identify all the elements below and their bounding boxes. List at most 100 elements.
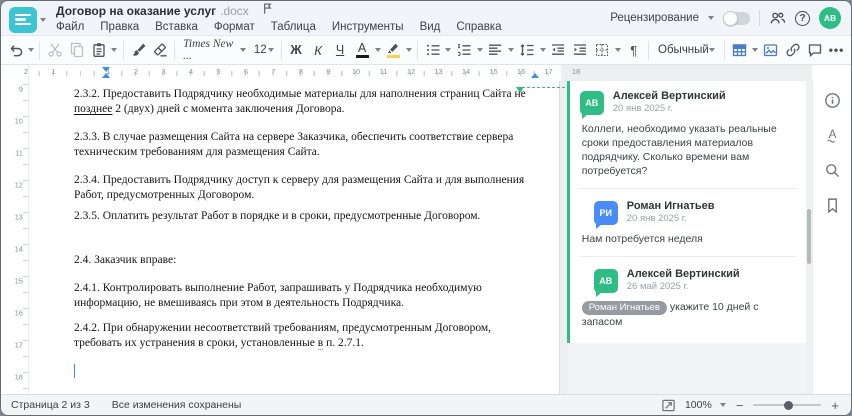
comment-2[interactable]: АВ Алексей Вертинский 26 май 2025 г. Роман … [570, 261, 806, 335]
menu-item-0[interactable]: Файл [56, 21, 84, 33]
fit-width-icon[interactable] [661, 397, 677, 413]
ruler-number: 11 [379, 67, 388, 76]
search-icon[interactable] [821, 159, 843, 181]
paragraph-borders-caret-icon[interactable] [614, 38, 622, 62]
vertical-ruler[interactable]: 9 10 11 12 13 14 15 16 17 18 [1, 81, 29, 394]
zoom-level[interactable]: 100% [685, 399, 712, 411]
undo-button[interactable] [5, 38, 26, 62]
ruler-number: 3 [161, 67, 166, 76]
document-text: 2.3.2. Предоставить Подрядчику необходим… [74, 87, 529, 351]
ruler-number: 18 [14, 372, 23, 382]
highlight-caret-icon[interactable] [405, 38, 413, 62]
insert-image-button[interactable] [760, 38, 781, 62]
app-logo-icon[interactable] [9, 6, 37, 33]
mention-chip: Роман Игнатьев [581, 301, 667, 315]
font-size-value: 12 [253, 44, 267, 56]
bullet-list-button[interactable] [422, 38, 443, 62]
doc-paragraph-5: 2.4.1. Контролировать выполнение Работ, … [73, 282, 482, 309]
bullet-list-caret-icon[interactable] [444, 38, 452, 62]
line-spacing-caret-icon[interactable] [538, 38, 546, 62]
zoom-out-button[interactable]: − [734, 399, 746, 412]
header: Договор на оказание услуг .docx Файл Прав… [1, 1, 851, 35]
spellcheck-icon[interactable]: А [821, 124, 843, 146]
menu-item-1[interactable]: Правка [100, 21, 139, 33]
insert-table-caret-icon[interactable] [751, 38, 759, 62]
more-tools-button[interactable]: ••• [826, 38, 847, 62]
scrollbar-thumb[interactable] [807, 209, 812, 264]
insert-table-button[interactable] [729, 38, 750, 62]
svg-text:А: А [828, 128, 836, 141]
cut-button[interactable] [44, 38, 65, 62]
comment-author: Алексей Вертинский [612, 90, 726, 102]
undo-caret-icon[interactable] [27, 38, 35, 62]
review-caret-icon[interactable] [708, 16, 714, 20]
highlight-color-button[interactable] [383, 38, 404, 62]
zoom-slider-handle[interactable] [784, 400, 793, 410]
paste-caret-icon[interactable] [110, 38, 118, 62]
ruler-number: 17 [14, 340, 23, 350]
right-indent-marker[interactable] [531, 73, 539, 78]
comment-text: Роман Игнатьев укажите 10 дней с запасом [581, 301, 759, 328]
status-bar: Страница 2 из 3 Все изменения сохранены … [1, 394, 851, 415]
font-color-button[interactable]: А [352, 38, 373, 62]
line-spacing-button[interactable] [516, 38, 537, 62]
ruler-number: 10 [14, 116, 23, 126]
comment-1[interactable]: РИ Роман Игнатьев 20 янв 2025 г. Нам потреб… [570, 193, 806, 252]
font-color-caret-icon[interactable] [374, 38, 382, 62]
menu-item-2[interactable]: Вставка [155, 21, 198, 33]
format-painter-button[interactable] [127, 38, 148, 62]
save-status: Все изменения сохранены [111, 399, 242, 411]
doc-paragraph-0: 2.3.2. Предоставить Подрядчику необходим… [74, 87, 529, 117]
doc-paragraph-3: 2.3.5. Оплатить результат Работ в порядк… [73, 210, 481, 222]
commented-text[interactable]: позднее [74, 103, 112, 115]
logo-caret-icon[interactable] [40, 17, 46, 22]
zoom-slider[interactable] [753, 400, 822, 410]
bookmark-icon[interactable] [821, 194, 843, 216]
paragraph-style-select[interactable]: Обычный [653, 39, 720, 61]
horizontal-ruler[interactable]: 2 1 1 2 3 4 5 6 7 8 9 10 11 12 13 14 15 16 17 18 [24, 65, 580, 81]
help-icon[interactable]: ? [795, 10, 810, 26]
document-page[interactable]: 2.3.2. Предоставить Подрядчику необходим… [28, 81, 560, 394]
insert-comment-button[interactable] [804, 38, 825, 62]
zoom-in-button[interactable]: + [829, 399, 841, 412]
increase-indent-button[interactable] [570, 38, 591, 62]
info-icon[interactable] [821, 89, 843, 111]
page-gutter [559, 81, 567, 394]
menu-item-5[interactable]: Инструменты [332, 21, 404, 33]
clear-style-eraser-button[interactable] [149, 38, 170, 62]
right-sidebar: А [812, 81, 851, 394]
ruler-number: 8 [298, 67, 304, 76]
ruler-number: 9 [326, 67, 331, 76]
font-family-select[interactable]: Times New ... [179, 38, 250, 62]
insert-link-button[interactable] [782, 38, 803, 62]
font-size-select[interactable]: 12 [251, 39, 277, 61]
paste-button[interactable] [88, 38, 109, 62]
main-area: 9 10 11 12 13 14 15 16 17 18 2.3.2. Предоставить … [1, 81, 851, 394]
underline-button[interactable]: Ч [330, 38, 351, 62]
user-avatar[interactable]: АВ [819, 7, 841, 29]
vertical-scrollbar[interactable] [806, 81, 813, 394]
numbered-list-button[interactable] [454, 38, 475, 62]
zoom-caret-icon[interactable] [719, 403, 726, 407]
copy-button[interactable] [66, 38, 87, 62]
collaboration-users-icon[interactable] [769, 10, 786, 26]
review-toggle[interactable] [723, 10, 750, 26]
doc-paragraph-1: 2.3.3. В случае размещения Сайта на серв… [73, 131, 514, 158]
comment-0[interactable]: АВ Алексей Вертинский 20 янв 2025 г. Коллег… [570, 83, 806, 184]
bold-button[interactable]: Ж [286, 38, 307, 62]
italic-button[interactable]: К [308, 38, 329, 62]
paragraph-borders-button[interactable] [592, 38, 613, 62]
menu-item-4[interactable]: Таблица [271, 21, 316, 33]
comment-author: Алексей Вертинский [626, 268, 740, 280]
menu-item-7[interactable]: Справка [456, 21, 501, 33]
nonprinting-chars-button[interactable]: ¶ [623, 38, 644, 62]
comment-divider [579, 188, 797, 189]
menu-item-3[interactable]: Формат [214, 21, 255, 33]
align-button[interactable] [485, 38, 506, 62]
comment-thread[interactable]: АВ Алексей Вертинский 20 янв 2025 г. Коллег… [566, 81, 807, 343]
numbered-list-caret-icon[interactable] [476, 38, 484, 62]
menu-item-6[interactable]: Вид [420, 21, 441, 33]
review-mode-label[interactable]: Рецензирование [610, 12, 699, 24]
decrease-indent-button[interactable] [548, 38, 569, 62]
align-caret-icon[interactable] [507, 38, 515, 62]
